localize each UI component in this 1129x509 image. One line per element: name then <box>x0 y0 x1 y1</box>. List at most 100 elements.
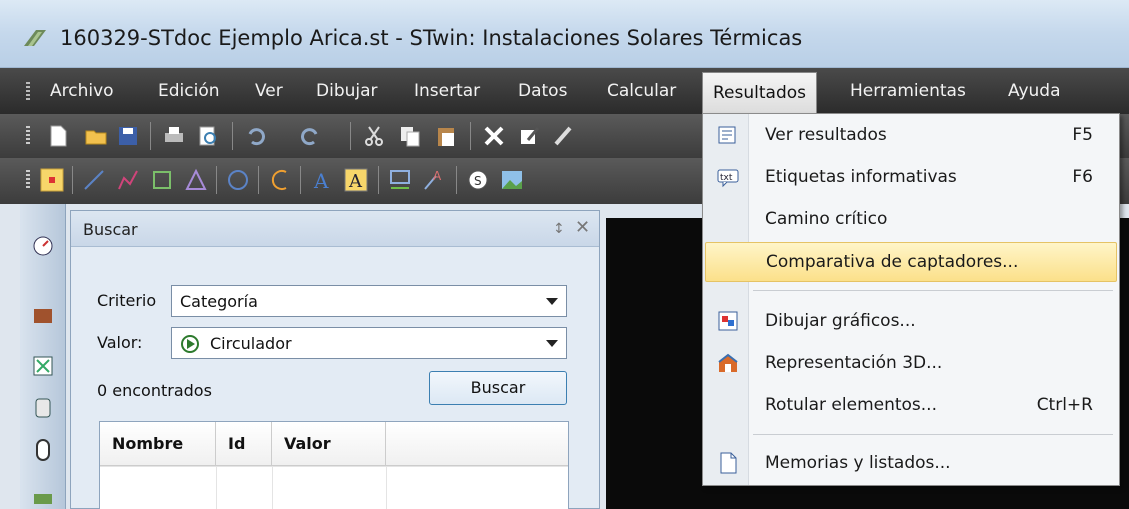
svg-text:txt: txt <box>720 173 733 183</box>
chevron-down-icon <box>546 340 558 347</box>
dimension-icon[interactable] <box>388 168 412 192</box>
menu-item-etiquetas-informativas[interactable]: txt Etiquetas informativas F6 <box>705 158 1117 198</box>
menu-item-memorias-listados[interactable]: Memorias y listados... <box>705 444 1117 484</box>
text-icon[interactable]: A <box>310 168 334 192</box>
menu-separator <box>753 290 1113 291</box>
toolbar-separator <box>72 166 73 194</box>
menu-herramientas[interactable]: Herramientas <box>850 68 966 114</box>
menu-item-dibujar-graficos[interactable]: Dibujar gráficos... <box>705 302 1117 342</box>
print-preview-icon[interactable] <box>196 124 220 148</box>
save-icon[interactable] <box>116 124 140 148</box>
menu-item-label: Camino crítico <box>765 209 888 229</box>
column-divider <box>272 466 273 509</box>
open-folder-icon[interactable] <box>84 124 108 148</box>
menu-dibujar[interactable]: Dibujar <box>316 68 378 114</box>
table-row <box>100 466 568 467</box>
toolbar-separator <box>470 122 471 150</box>
criterio-label: Criterio <box>97 291 157 310</box>
undo-icon[interactable] <box>244 124 268 148</box>
paste-icon[interactable] <box>434 124 458 148</box>
column-header-empty <box>386 422 568 466</box>
tank-icon[interactable] <box>31 396 55 420</box>
menu-insertar[interactable]: Insertar <box>414 68 480 114</box>
menu-item-shortcut: F6 <box>1072 167 1093 187</box>
toolbar-separator <box>258 166 259 194</box>
house-3d-icon <box>718 353 738 372</box>
label-arrow-icon[interactable]: A <box>422 168 446 192</box>
collector-icon[interactable] <box>31 304 55 328</box>
column-divider <box>216 466 217 509</box>
print-icon[interactable] <box>162 124 186 148</box>
toolbar-grip[interactable] <box>26 126 30 146</box>
search-panel: Buscar ↕ ✕ Criterio Categoría Valor: Cir… <box>70 210 600 509</box>
menu-datos[interactable]: Datos <box>518 68 567 114</box>
menu-ayuda[interactable]: Ayuda <box>1008 68 1061 114</box>
gauge-icon[interactable] <box>31 234 55 258</box>
column-header-id[interactable]: Id <box>216 422 272 466</box>
menubar-grip[interactable] <box>26 82 30 100</box>
search-panel-header: Buscar ↕ ✕ <box>71 211 599 247</box>
copy-icon[interactable] <box>398 124 422 148</box>
column-header-nombre[interactable]: Nombre <box>100 422 216 466</box>
line-icon[interactable] <box>82 168 106 192</box>
redo-icon[interactable] <box>298 124 322 148</box>
radiator-icon[interactable] <box>31 486 55 509</box>
svg-text:A: A <box>433 169 442 183</box>
column-divider <box>386 466 387 509</box>
triangle-icon[interactable] <box>184 168 208 192</box>
column-header-valor[interactable]: Valor <box>272 422 386 466</box>
select-icon[interactable] <box>40 168 64 192</box>
exchanger-icon[interactable] <box>31 354 55 378</box>
toolbar-grip[interactable] <box>26 170 30 190</box>
menu-edicion[interactable]: Edición <box>158 68 220 114</box>
menu-item-rotular-elementos[interactable]: Rotular elementos... Ctrl+R <box>705 386 1117 426</box>
menu-bar: Archivo Edición Ver Dibujar Insertar Dat… <box>0 68 1129 114</box>
menu-item-shortcut: F5 <box>1072 125 1093 145</box>
cut-icon[interactable] <box>362 124 386 148</box>
criterio-dropdown[interactable]: Categoría <box>171 285 567 317</box>
criterio-value: Categoría <box>180 292 258 311</box>
toolbar-separator <box>216 166 217 194</box>
menu-separator <box>753 434 1113 435</box>
menu-item-ver-resultados[interactable]: Ver resultados F5 <box>705 116 1117 156</box>
svg-text:A: A <box>348 171 363 192</box>
menu-item-label: Dibujar gráficos... <box>765 311 916 331</box>
polyline-icon[interactable] <box>116 168 140 192</box>
valor-label: Valor: <box>97 333 143 352</box>
cylinder-icon[interactable] <box>31 438 55 462</box>
menu-ver[interactable]: Ver <box>255 68 283 114</box>
results-menu: Ver resultados F5 txt Etiquetas informat… <box>702 113 1120 486</box>
valor-dropdown[interactable]: Circulador <box>171 327 567 359</box>
menu-item-label: Ver resultados <box>765 125 887 145</box>
menu-item-camino-critico[interactable]: Camino crítico <box>705 200 1117 240</box>
svg-text:S: S <box>474 174 482 188</box>
delete-icon[interactable] <box>482 124 506 148</box>
menu-archivo[interactable]: Archivo <box>50 68 114 114</box>
new-file-icon[interactable] <box>46 124 70 148</box>
symbol-icon[interactable]: S <box>466 168 490 192</box>
menu-calcular[interactable]: Calcular <box>607 68 676 114</box>
menu-item-label: Rotular elementos... <box>765 395 937 415</box>
toolbar-separator <box>232 122 233 150</box>
toolbar-separator <box>378 166 379 194</box>
rectangle-icon[interactable] <box>150 168 174 192</box>
arc-icon[interactable] <box>268 168 292 192</box>
image-icon[interactable] <box>500 168 524 192</box>
edit-icon[interactable] <box>518 124 542 148</box>
search-panel-title: Buscar <box>83 220 138 239</box>
menu-resultados[interactable]: Resultados <box>702 72 817 114</box>
close-icon[interactable]: ✕ <box>575 217 590 238</box>
search-button[interactable]: Buscar <box>429 371 567 405</box>
app-logo-icon <box>24 30 46 46</box>
menu-item-comparativa-captadores[interactable]: Comparativa de captadores... <box>705 242 1117 282</box>
brush-icon[interactable] <box>552 124 576 148</box>
results-count: 0 encontrados <box>97 381 212 400</box>
circle-icon[interactable] <box>226 168 250 192</box>
pin-icon[interactable]: ↕ <box>553 221 565 237</box>
title-bar: 160329-STdoc Ejemplo Arica.st - STwin: I… <box>0 0 1129 68</box>
menu-item-representacion-3d[interactable]: Representación 3D... <box>705 344 1117 384</box>
chart-icon <box>718 311 738 331</box>
text-box-icon[interactable]: A <box>344 168 368 192</box>
menu-item-label: Etiquetas informativas <box>765 167 957 187</box>
components-toolbar <box>20 204 66 509</box>
